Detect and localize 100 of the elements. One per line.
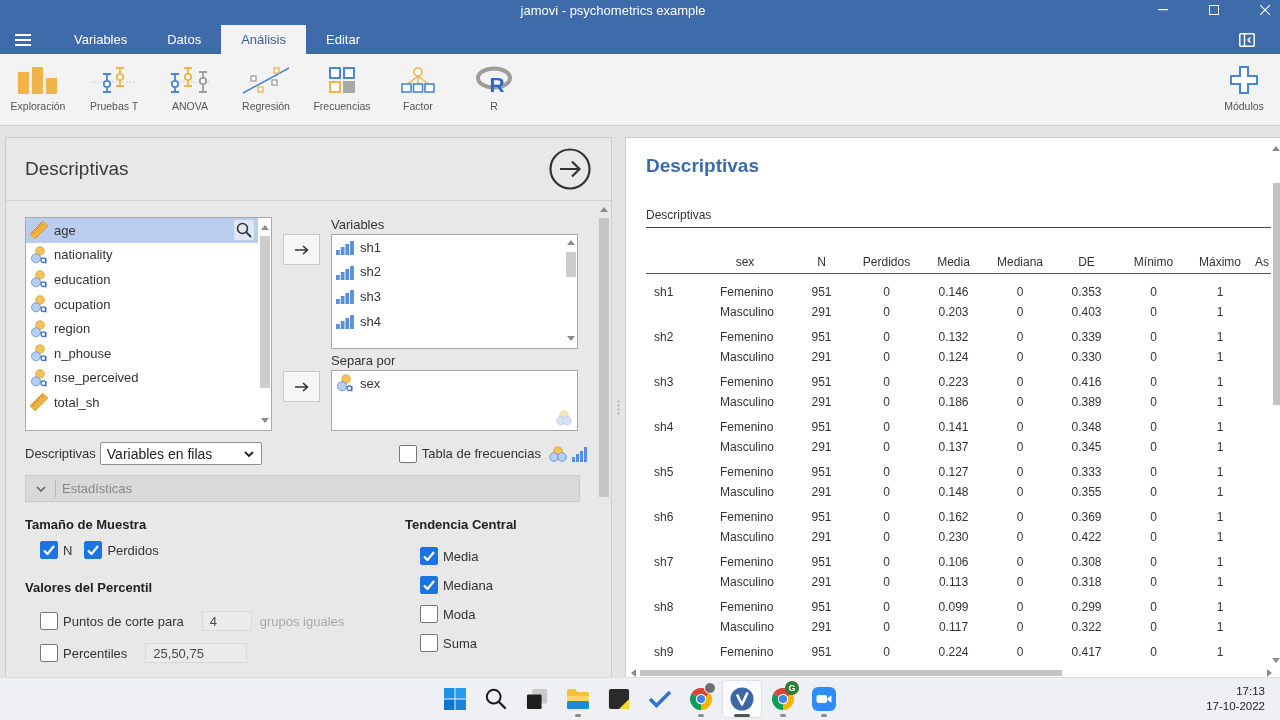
checkbox-label: Mediana (443, 577, 493, 593)
column-header: As (1255, 255, 1269, 269)
row-label: sh1 (654, 285, 674, 300)
maximize-icon[interactable] (1209, 5, 1219, 15)
scroll-down-icon[interactable] (1272, 658, 1280, 663)
scroll-down-icon[interactable] (566, 336, 575, 341)
ribbon-button[interactable]: Módulos (1208, 54, 1280, 125)
table-cell: Masculino (720, 619, 775, 634)
scroll-right-icon[interactable] (1267, 669, 1272, 677)
scrollbar-thumb[interactable] (598, 218, 609, 497)
scroll-up-icon[interactable] (566, 240, 575, 245)
scroll-left-icon[interactable] (631, 669, 636, 677)
table-cell: 0 (883, 555, 890, 570)
table-cell: 0 (883, 645, 890, 660)
checkmark-icon (43, 545, 55, 555)
variable-item[interactable]: education (26, 267, 258, 292)
checkbox[interactable] (40, 644, 58, 662)
ribbon-button[interactable]: Frecuencias (304, 54, 380, 125)
checkbox[interactable] (40, 612, 58, 630)
checkbox[interactable] (40, 541, 58, 559)
taskbar-button[interactable] (722, 680, 762, 718)
minimize-icon[interactable] (1158, 9, 1168, 11)
ribbon-button[interactable]: ANOVA (152, 54, 228, 125)
table-cell: 1 (1216, 529, 1224, 544)
column-header: Mínimo (1133, 255, 1174, 269)
menu-tab[interactable]: Datos (147, 25, 222, 54)
table-cell: 0.186 (938, 394, 969, 409)
menu-tab[interactable]: Editar (306, 25, 380, 54)
variable-item[interactable]: age (26, 218, 258, 243)
taskbar-button[interactable]: G (763, 680, 803, 718)
row-label: sh6 (654, 510, 674, 525)
move-right-button[interactable] (283, 371, 320, 402)
checkbox[interactable] (84, 541, 103, 559)
checkbox[interactable] (398, 444, 417, 463)
variable-item[interactable]: n_phouse (26, 340, 258, 366)
scroll-down-icon[interactable] (260, 418, 269, 423)
checkbox-label: Media (443, 548, 479, 564)
table-cell: 0.124 (938, 349, 969, 364)
variable-item[interactable]: ocupation (26, 291, 258, 317)
ribbon-button[interactable]: Factor (380, 54, 456, 125)
table-cell: 0.146 (938, 285, 969, 300)
circles-letter-icon (30, 319, 48, 338)
menu-tab[interactable]: Variables (54, 25, 148, 54)
scroll-up-icon[interactable] (260, 225, 269, 230)
table-cell: 1 (1216, 349, 1224, 364)
ribbon-button[interactable]: R R (456, 54, 532, 125)
table-cell: Femenino (720, 465, 774, 480)
scrollbar-thumb[interactable] (565, 252, 576, 277)
close-icon[interactable] (1260, 5, 1270, 15)
text-field[interactable]: 4 (201, 611, 252, 631)
variable-item[interactable]: sh4 (332, 308, 564, 334)
table-cell: 1 (1216, 484, 1224, 499)
table-cell: 0 (1150, 465, 1157, 480)
scrollbar-thumb[interactable] (640, 670, 1062, 676)
checkbox[interactable] (420, 547, 438, 565)
table-cell: 1 (1216, 285, 1224, 300)
scrollbar-thumb[interactable] (1272, 183, 1280, 405)
scroll-up-icon[interactable] (599, 207, 608, 212)
menu-icon[interactable] (15, 34, 31, 46)
move-right-button[interactable] (283, 234, 320, 265)
variable-item[interactable]: nationality (26, 242, 258, 268)
variable-item[interactable]: sh2 (332, 259, 564, 285)
text-field[interactable]: 25,50,75 (145, 643, 248, 663)
table-cell: 0 (1150, 600, 1157, 615)
table-cell: 0 (1016, 375, 1024, 390)
checkbox[interactable] (420, 576, 438, 594)
field-label: Variables (331, 217, 385, 232)
variable-item[interactable]: sex (332, 371, 577, 396)
table-cell: 0 (1150, 555, 1157, 570)
checkmark-icon (423, 551, 435, 561)
section-heading: Tendencia Central (405, 517, 517, 533)
section-heading: Valores del Percentil (25, 580, 153, 596)
variable-item[interactable]: region (26, 316, 258, 341)
variable-item[interactable]: nse_perceived (26, 365, 258, 391)
variable-item[interactable]: total_sh (26, 390, 258, 415)
variable-item[interactable]: sh1 (332, 235, 564, 260)
checkbox-label: Perdidos (107, 542, 159, 558)
table-cell: 0 (883, 510, 890, 525)
search-icon[interactable] (234, 220, 254, 241)
checkbox[interactable] (420, 605, 438, 623)
variable-item[interactable]: sh3 (332, 284, 564, 309)
dropdown[interactable]: Variables en filas (99, 442, 262, 465)
ribbon-button[interactable]: Exploración (0, 54, 76, 125)
checkbox[interactable] (420, 634, 438, 652)
scrollbar-thumb[interactable] (259, 236, 270, 388)
table-cell: 291 (811, 574, 832, 589)
table-cell: 0.224 (938, 645, 969, 660)
table-cell: Masculino (720, 484, 775, 499)
tricolor-circle-icon (689, 687, 713, 711)
ribbon-button[interactable]: Pruebas T (76, 54, 152, 125)
scroll-up-icon[interactable] (1272, 146, 1280, 151)
scatter-line-icon (242, 66, 290, 94)
table-cell: 0.355 (1071, 484, 1102, 499)
table-cell: 951 (811, 465, 832, 480)
table-cell: 951 (811, 375, 832, 390)
ribbon-button[interactable]: Regresión (228, 54, 304, 125)
table-cell: Masculino (720, 394, 775, 409)
panel-icon[interactable] (1239, 33, 1255, 47)
menu-tab[interactable]: Análisis (221, 25, 306, 54)
table-cell: Femenino (720, 510, 774, 525)
